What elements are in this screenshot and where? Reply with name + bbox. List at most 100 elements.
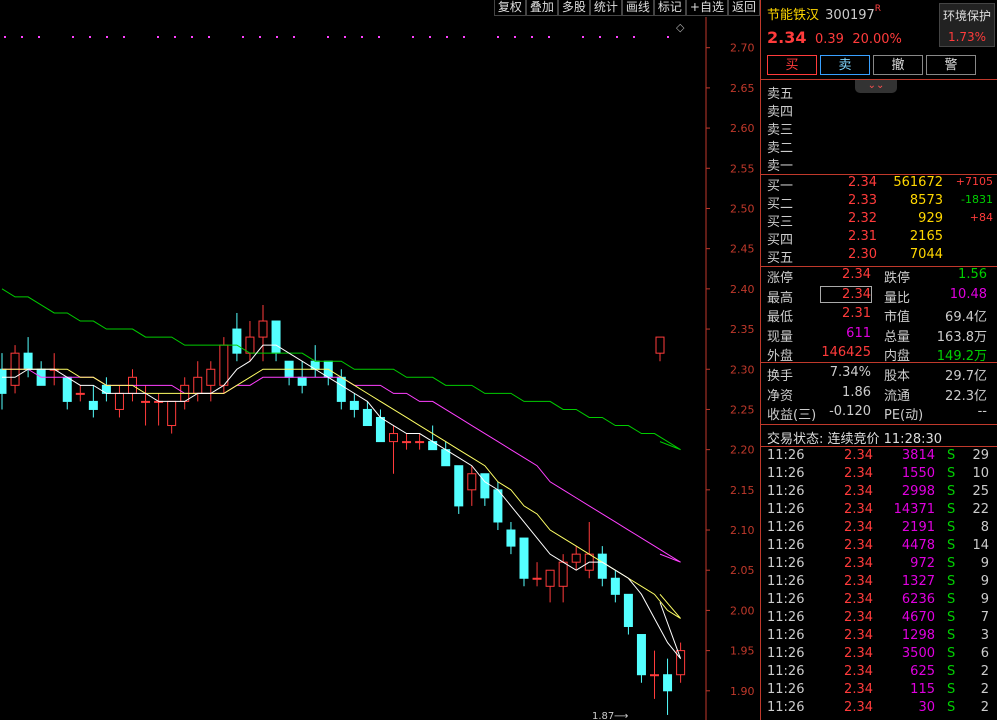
bids-change: -1831: [961, 193, 993, 206]
tick-volume: 3814: [901, 448, 935, 463]
tick-price: 2.34: [844, 700, 873, 715]
diamond-icon: ◇: [676, 21, 685, 34]
y-tick-label: 2.30: [730, 363, 755, 376]
sector-box[interactable]: 环境保护 1.73%: [939, 3, 995, 47]
overlay-button[interactable]: 叠加: [525, 0, 558, 16]
stock-name[interactable]: 节能铁汉: [767, 8, 819, 23]
tick-price: 2.34: [844, 574, 873, 589]
bids-row[interactable]: 买四 2.31 2165: [767, 229, 997, 248]
back-button[interactable]: 返回: [727, 0, 760, 16]
candle-body: [349, 400, 359, 410]
bids-price: 2.34: [848, 175, 877, 190]
candle-body: [441, 449, 451, 467]
alert-button[interactable]: 警: [926, 55, 976, 75]
bids-volume: 561672: [893, 175, 943, 190]
candle-body: [297, 376, 307, 386]
bids-label: 买一: [767, 179, 794, 194]
asks-row[interactable]: 卖五: [767, 83, 997, 102]
tick-time: 11:26: [767, 484, 805, 499]
candle-body: [375, 416, 385, 443]
y-tick-label: 1.95: [730, 645, 755, 658]
buy-button[interactable]: 买: [767, 55, 817, 75]
stat-value: 1.56: [958, 267, 987, 282]
stat-label: 股本: [884, 369, 911, 384]
event-marker: [157, 36, 159, 38]
trade-buttons: 买 卖 撤 警: [767, 55, 976, 75]
candle-body: [655, 336, 665, 354]
stat-label: 最低: [767, 310, 794, 325]
stat-label: 市值: [884, 310, 911, 325]
tick-time: 11:26: [767, 502, 805, 517]
tick-count: 2: [980, 682, 989, 697]
bids-row[interactable]: 买二 2.33 8573 -1831: [767, 193, 997, 212]
candle-body: [206, 368, 216, 386]
asks-row[interactable]: 卖一: [767, 155, 997, 174]
statistics-button[interactable]: 统计: [589, 0, 622, 16]
tick-side: S: [947, 664, 956, 679]
tick-volume: 625: [910, 664, 935, 679]
tick-count: 10: [972, 466, 989, 481]
tick-volume: 6236: [901, 592, 935, 607]
tick-price: 2.34: [844, 484, 873, 499]
tick-price: 2.34: [844, 664, 873, 679]
tick-volume: 115: [910, 682, 935, 697]
candle-body: [623, 593, 633, 627]
tick-row: 11:26 2.34 30 S 2: [767, 700, 991, 718]
bids-change: +84: [969, 211, 993, 224]
event-marker: [514, 36, 516, 38]
add-watchlist-button[interactable]: +自选: [685, 0, 728, 16]
bids-row[interactable]: 买五 2.30 7044: [767, 247, 997, 266]
candle-body: [389, 433, 398, 443]
tick-time: 11:26: [767, 610, 805, 625]
candle-body: [0, 368, 7, 394]
tick-time: 11:26: [767, 700, 805, 715]
kline-chart[interactable]: ◇ 2.70 2.65 2.60 2.55 2.50 2.45 2.40 2.35 2.30 2.2…: [0, 0, 760, 720]
event-marker: [276, 36, 278, 38]
last-price: 2.34: [767, 28, 807, 47]
tick-side: S: [947, 448, 956, 463]
draw-line-button[interactable]: 画线: [621, 0, 654, 16]
asks-row[interactable]: 卖三: [767, 119, 997, 138]
tick-volume: 30: [918, 700, 935, 715]
tick-price: 2.34: [844, 556, 873, 571]
candle-body: [23, 352, 33, 370]
sell-button[interactable]: 卖: [820, 55, 870, 75]
event-marker: [463, 36, 465, 38]
bids-label: 买四: [767, 233, 794, 248]
tick-side: S: [947, 700, 956, 715]
event-marker: [378, 36, 380, 38]
y-tick-label: 2.45: [730, 243, 755, 256]
tick-side: S: [947, 502, 956, 517]
tick-price: 2.34: [844, 538, 873, 553]
tick-row: 11:26 2.34 3814 S 29: [767, 448, 991, 466]
tick-count: 8: [980, 520, 989, 535]
event-marker: [497, 36, 499, 38]
asks-row[interactable]: 卖二: [767, 137, 997, 156]
arrow-icon: ⟶: [614, 711, 628, 720]
multi-stock-button[interactable]: 多股: [557, 0, 590, 16]
tick-side: S: [947, 520, 956, 535]
tick-time: 11:26: [767, 646, 805, 661]
tick-volume: 2191: [901, 520, 935, 535]
candle-body: [571, 553, 581, 563]
asks-row[interactable]: 卖四: [767, 101, 997, 120]
tick-side: S: [947, 610, 956, 625]
stat-label: 流通: [884, 388, 911, 404]
stat-value: 163.8万: [936, 329, 987, 345]
candle-body: [402, 441, 412, 444]
mark-button[interactable]: 标记: [653, 0, 686, 16]
restore-rights-button[interactable]: 复权: [493, 0, 526, 16]
candle-body: [467, 473, 477, 491]
bids-change: +7105: [955, 175, 993, 188]
tick-price: 2.34: [844, 682, 873, 697]
bids-row[interactable]: 买三 2.32 929 +84: [767, 211, 997, 230]
stat-value: 2.31: [842, 306, 871, 321]
stat-row: 最低 2.31 市值 69.4亿: [761, 306, 991, 325]
cancel-order-button[interactable]: 撤: [873, 55, 923, 75]
margin-flag: R: [874, 4, 882, 14]
event-marker: [616, 36, 618, 38]
bids-row[interactable]: 买一 2.34 561672 +7105: [767, 175, 997, 194]
stat-row: 换手 7.34% 股本 29.7亿: [761, 365, 991, 384]
event-marker: [259, 36, 261, 38]
stat-value: 2.34: [842, 267, 871, 282]
